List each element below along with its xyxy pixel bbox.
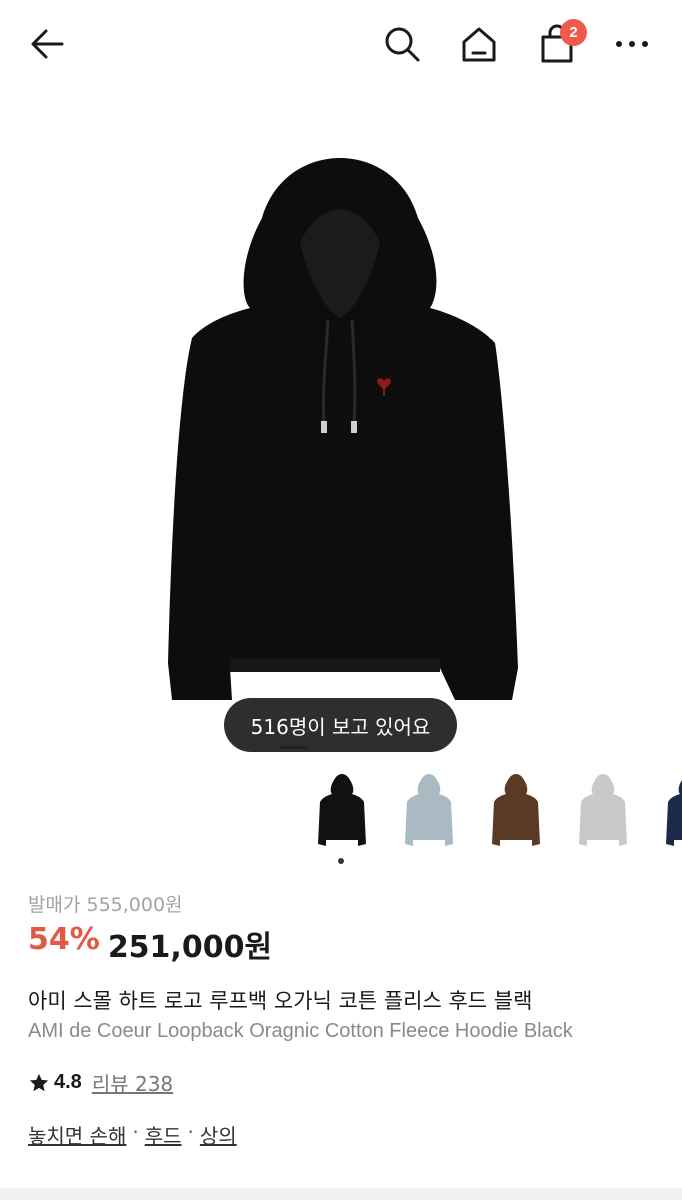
back-button[interactable]: [26, 22, 70, 66]
home-icon: [462, 27, 496, 62]
product-name-english: AMI de Coeur Loopback Oragnic Cotton Fle…: [28, 1020, 573, 1042]
product-image[interactable]: [0, 88, 682, 768]
arrow-left-icon: [31, 29, 64, 59]
color-thumb-black[interactable]: [310, 770, 374, 854]
hoodie-image: [168, 158, 518, 700]
hoodie-thumbnail: [579, 774, 627, 846]
selected-thumb-dot: [338, 858, 344, 864]
more-button[interactable]: [610, 22, 654, 66]
review-count-link[interactable]: 리뷰 238: [92, 1068, 173, 1097]
color-options: [0, 770, 682, 854]
color-thumb-grey[interactable]: [571, 770, 635, 854]
hoodie-thumbnail: [492, 774, 540, 846]
release-price: 발매가 555,000원: [28, 894, 183, 916]
search-icon: [385, 27, 420, 62]
cart-count-badge: 2: [560, 19, 587, 46]
hoodie-thumbnail: [405, 774, 453, 846]
hoodie-thumbnail: [666, 780, 682, 846]
viewers-count-pill: 516명이 보고 있어요: [224, 698, 457, 752]
top-navigation-bar: 2: [0, 0, 682, 88]
category-link-tops[interactable]: 상의: [200, 1120, 237, 1149]
category-link-hoodie[interactable]: 후드: [145, 1120, 182, 1149]
price-row: 54% 251,000원: [28, 922, 272, 966]
tag-link[interactable]: 놓치면 손해: [28, 1120, 126, 1149]
color-thumb-brown[interactable]: [484, 770, 548, 854]
separator: ·: [132, 1120, 139, 1144]
separator: ·: [187, 1120, 194, 1144]
home-button[interactable]: [457, 22, 501, 66]
color-thumb-light-blue[interactable]: [397, 770, 461, 854]
discount-rate: 54%: [28, 922, 100, 957]
sale-price: 251,000원: [107, 930, 273, 965]
section-divider: [0, 1188, 682, 1200]
product-name-korean: 아미 스몰 하트 로고 루프백 오가닉 코튼 플리스 후드 블랙: [28, 989, 533, 1013]
search-button[interactable]: [380, 22, 424, 66]
image-carousel-indicator: [280, 746, 308, 749]
color-thumb-navy[interactable]: [658, 770, 682, 854]
rating-row: 4.8 리뷰 238: [28, 1068, 173, 1097]
rating-value: 4.8: [54, 1071, 82, 1093]
more-horizontal-icon: [616, 41, 648, 47]
hoodie-thumbnail: [318, 774, 366, 846]
category-breadcrumb: 놓치면 손해 · 후드 · 상의: [28, 1120, 237, 1149]
star-icon: [29, 1073, 49, 1091]
